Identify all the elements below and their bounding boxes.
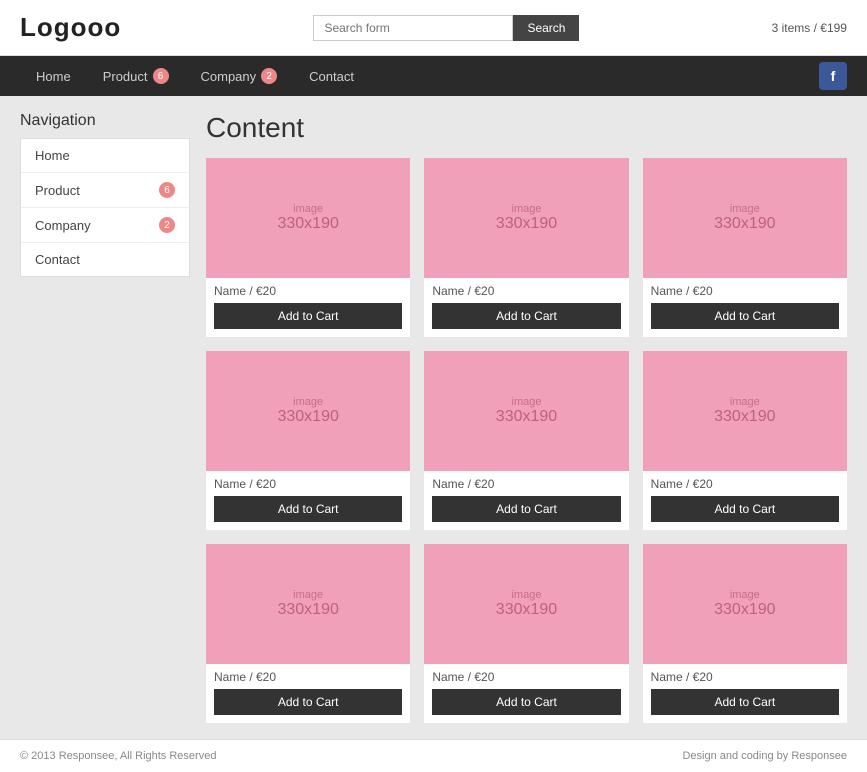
sidebar-item-label: Home (35, 148, 70, 163)
product-image-size: 330x190 (714, 215, 775, 233)
product-image-size: 330x190 (714, 601, 775, 619)
product-grid: image330x190Name / €20Add to Cartimage33… (206, 158, 847, 723)
product-name: Name / €20 (432, 477, 620, 491)
nav-item-product[interactable]: Product6 (87, 56, 185, 96)
content-area: Content image330x190Name / €20Add to Car… (206, 112, 847, 723)
nav-badge: 6 (153, 68, 169, 84)
add-to-cart-button[interactable]: Add to Cart (214, 496, 402, 522)
product-image-size: 330x190 (277, 601, 338, 619)
add-to-cart-button[interactable]: Add to Cart (432, 689, 620, 715)
add-to-cart-button[interactable]: Add to Cart (651, 689, 839, 715)
product-name: Name / €20 (651, 284, 839, 298)
content-title: Content (206, 112, 847, 144)
product-info: Name / €20 Add to Cart (424, 664, 628, 723)
sidebar-item-contact[interactable]: Contact (21, 243, 189, 276)
product-card: image330x190 Name / €20 Add to Cart (424, 158, 628, 337)
add-to-cart-button[interactable]: Add to Cart (432, 496, 620, 522)
sidebar-nav: Home Product 6 Company 2 Contact (20, 138, 190, 277)
footer-credits: Design and coding by Responsee (682, 750, 847, 762)
product-info: Name / €20 Add to Cart (643, 664, 847, 723)
product-image-size: 330x190 (714, 408, 775, 426)
product-image: image330x190 (206, 351, 410, 471)
product-card: image330x190 Name / €20 Add to Cart (643, 351, 847, 530)
product-name: Name / €20 (214, 670, 402, 684)
search-input[interactable] (313, 15, 513, 41)
product-image-label: image (293, 396, 323, 408)
navbar: HomeProduct6Company2Contact f (0, 56, 867, 96)
product-card: image330x190 Name / €20 Add to Cart (424, 544, 628, 723)
product-name: Name / €20 (214, 477, 402, 491)
sidebar-item-label: Company (35, 218, 91, 233)
product-name: Name / €20 (432, 670, 620, 684)
product-image-label: image (512, 589, 542, 601)
product-name: Name / €20 (432, 284, 620, 298)
sidebar-title: Navigation (20, 112, 190, 130)
product-card: image330x190 Name / €20 Add to Cart (206, 351, 410, 530)
product-card: image330x190 Name / €20 Add to Cart (643, 158, 847, 337)
product-image: image330x190 (424, 351, 628, 471)
add-to-cart-button[interactable]: Add to Cart (214, 689, 402, 715)
product-image: image330x190 (643, 158, 847, 278)
sidebar-item-label: Contact (35, 252, 80, 267)
sidebar-item-company[interactable]: Company 2 (21, 208, 189, 243)
add-to-cart-button[interactable]: Add to Cart (651, 303, 839, 329)
product-name: Name / €20 (214, 284, 402, 298)
product-info: Name / €20 Add to Cart (643, 471, 847, 530)
product-image-label: image (730, 203, 760, 215)
nav-items: HomeProduct6Company2Contact (20, 56, 370, 96)
product-image-size: 330x190 (496, 215, 557, 233)
sidebar: Navigation Home Product 6 Company 2 Contact (20, 112, 190, 723)
product-image-label: image (293, 589, 323, 601)
sidebar-badge: 6 (159, 182, 175, 198)
product-card: image330x190 Name / €20 Add to Cart (206, 158, 410, 337)
sidebar-item-product[interactable]: Product 6 (21, 173, 189, 208)
nav-item-contact[interactable]: Contact (293, 57, 370, 96)
product-image: image330x190 (424, 544, 628, 664)
sidebar-badge: 2 (159, 217, 175, 233)
product-name: Name / €20 (651, 477, 839, 491)
product-info: Name / €20 Add to Cart (424, 471, 628, 530)
product-image: image330x190 (206, 158, 410, 278)
sidebar-item-home[interactable]: Home (21, 139, 189, 173)
nav-item-company[interactable]: Company2 (185, 56, 294, 96)
nav-item-home[interactable]: Home (20, 57, 87, 96)
product-image-label: image (512, 396, 542, 408)
nav-badge: 2 (261, 68, 277, 84)
facebook-icon[interactable]: f (819, 62, 847, 90)
product-image: image330x190 (424, 158, 628, 278)
product-name: Name / €20 (651, 670, 839, 684)
header: Logooo Search 3 items / €199 (0, 0, 867, 56)
product-info: Name / €20 Add to Cart (643, 278, 847, 337)
add-to-cart-button[interactable]: Add to Cart (432, 303, 620, 329)
product-image-label: image (730, 589, 760, 601)
product-image-size: 330x190 (496, 601, 557, 619)
product-info: Name / €20 Add to Cart (206, 664, 410, 723)
product-card: image330x190 Name / €20 Add to Cart (206, 544, 410, 723)
product-card: image330x190 Name / €20 Add to Cart (424, 351, 628, 530)
product-info: Name / €20 Add to Cart (206, 278, 410, 337)
footer-copyright: © 2013 Responsee, All Rights Reserved (20, 750, 216, 762)
product-image-size: 330x190 (496, 408, 557, 426)
search-area: Search (313, 15, 579, 41)
product-info: Name / €20 Add to Cart (206, 471, 410, 530)
main: Navigation Home Product 6 Company 2 Contact C… (0, 96, 867, 739)
product-image: image330x190 (643, 544, 847, 664)
product-card: image330x190 Name / €20 Add to Cart (643, 544, 847, 723)
product-info: Name / €20 Add to Cart (424, 278, 628, 337)
product-image-size: 330x190 (277, 215, 338, 233)
product-image-size: 330x190 (277, 408, 338, 426)
product-image: image330x190 (643, 351, 847, 471)
product-image-label: image (512, 203, 542, 215)
sidebar-item-label: Product (35, 183, 80, 198)
product-image-label: image (293, 203, 323, 215)
cart-info: 3 items / €199 (772, 21, 847, 35)
add-to-cart-button[interactable]: Add to Cart (651, 496, 839, 522)
add-to-cart-button[interactable]: Add to Cart (214, 303, 402, 329)
product-image-label: image (730, 396, 760, 408)
logo: Logooo (20, 12, 121, 43)
footer: © 2013 Responsee, All Rights Reserved De… (0, 739, 867, 772)
product-image: image330x190 (206, 544, 410, 664)
search-button[interactable]: Search (513, 15, 579, 41)
